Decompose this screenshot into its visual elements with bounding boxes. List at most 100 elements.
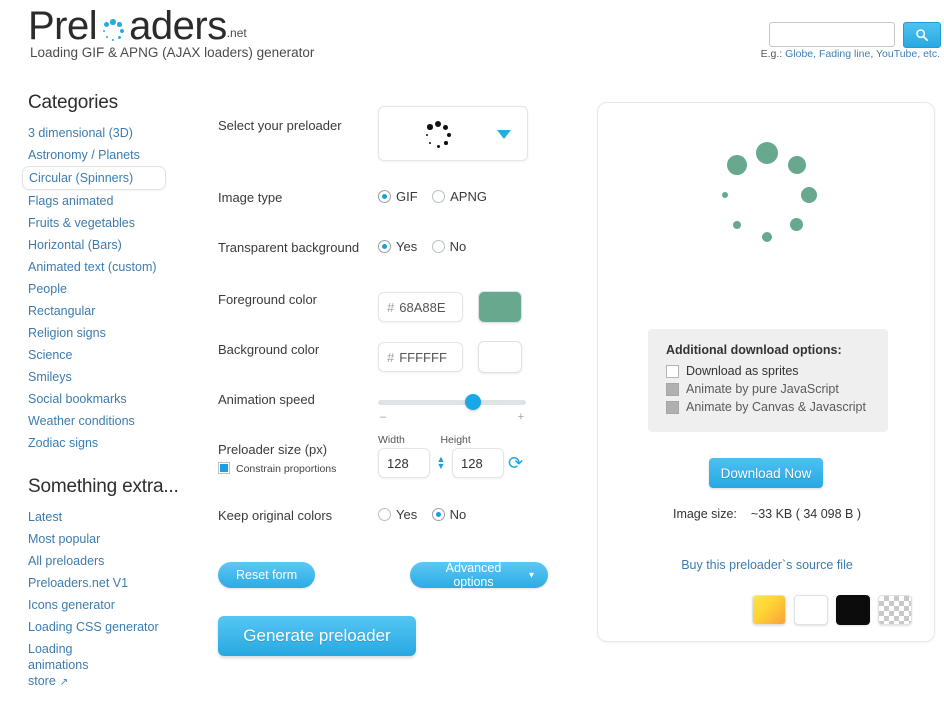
sidebar-category-label: Circular (Spinners) xyxy=(29,171,134,185)
search-button[interactable] xyxy=(903,22,941,48)
background-color-value: FFFFFF xyxy=(399,349,447,365)
sidebar-category-item[interactable]: Fruits & vegetables xyxy=(0,212,200,234)
buy-source-file-link[interactable]: Buy this preloader`s source file xyxy=(598,558,936,572)
chevron-down-icon: ▾ xyxy=(528,569,534,581)
image-type-radio-gif[interactable]: GIF xyxy=(378,189,418,204)
image-type-radio-apng[interactable]: APNG xyxy=(432,189,487,204)
foreground-color-field[interactable]: #68A88E xyxy=(378,292,463,322)
sidebar-category-label: Zodiac signs xyxy=(28,436,99,450)
sidebar-category-item[interactable]: Astronomy / Planets xyxy=(0,144,200,166)
transparent-bg-option-yes: Yes xyxy=(396,239,418,254)
sidebar-extra-label: Most popular xyxy=(28,532,101,546)
sidebar-category-item[interactable]: Animated text (custom) xyxy=(0,256,200,278)
download-now-button[interactable]: Download Now xyxy=(709,458,823,488)
slider-plus-label: + xyxy=(517,411,524,423)
sidebar-category-item[interactable]: Smileys xyxy=(0,366,200,388)
generate-preloader-button[interactable]: Generate preloader xyxy=(218,616,416,656)
search-hint-links[interactable]: Globe, Fading line, YouTube, etc. xyxy=(785,48,940,60)
download-option-row[interactable]: Download as sprites xyxy=(666,364,872,378)
slider-minus-label: – xyxy=(380,411,387,423)
sidebar-extra-item[interactable]: Icons generator xyxy=(0,594,200,616)
search-input[interactable] xyxy=(770,23,894,46)
size-inputs: 128 ▲ ▼ 128 ⟳ xyxy=(378,448,523,478)
search-hint: E.g.: Globe, Fading line, YouTube, etc. xyxy=(761,48,940,60)
advanced-options-button[interactable]: Advanced options ▾ xyxy=(410,561,548,589)
keep-colors-radio-no[interactable]: No xyxy=(431,507,466,522)
sidebar-extra-item[interactable]: Preloaders.net V1 xyxy=(0,572,200,594)
transparent-bg-radio-yes[interactable]: Yes xyxy=(378,239,417,254)
animation-speed-knob[interactable] xyxy=(464,394,481,410)
sidebar-category-item[interactable]: Horizontal (Bars) xyxy=(0,234,200,256)
spinner-dots-icon xyxy=(421,118,455,152)
sidebar: Categories 3 dimensional (3D) Astronomy /… xyxy=(0,92,200,694)
constrain-arrows-icon: ▲ ▼ xyxy=(436,454,446,471)
extra-title: Something extra... xyxy=(28,476,179,497)
row-preloader-size: Preloader size (px) Constrain proportion… xyxy=(218,434,548,498)
bg-swatch-white[interactable] xyxy=(794,595,828,625)
external-link-icon: ↗ xyxy=(59,677,69,688)
sidebar-category-item[interactable]: Zodiac signs xyxy=(0,432,200,454)
sidebar-category-item[interactable]: Flags animated xyxy=(0,190,200,212)
preloaders-generator-page: Prel aders.net Loading GIF & APNG (AJAX l… xyxy=(0,0,944,702)
size-headers: Width Height xyxy=(378,430,498,448)
preloader-select-dropdown[interactable] xyxy=(378,106,528,161)
row-form-actions: Reset form Advanced options ▾ xyxy=(218,561,548,598)
generator-form: Select your preloader Image type GIF APN… xyxy=(218,100,548,669)
bg-swatch-transparent[interactable] xyxy=(878,595,912,625)
sidebar-category-item[interactable]: Science xyxy=(0,344,200,366)
sidebar-category-item[interactable]: Religion signs xyxy=(0,322,200,344)
sidebar-category-item[interactable]: People xyxy=(0,278,200,300)
transparent-bg-option-no: No xyxy=(449,239,467,254)
sidebar-category-item[interactable]: Weather conditions xyxy=(0,410,200,432)
sidebar-category-label: Fruits & vegetables xyxy=(28,216,135,230)
sidebar-extra-item[interactable]: Loading CSS generator xyxy=(0,616,200,638)
refresh-icon[interactable]: ⟳ xyxy=(508,454,523,472)
sidebar-extra-label: All preloaders xyxy=(28,554,105,568)
sidebar-category-item[interactable]: Rectangular xyxy=(0,300,200,322)
transparent-bg-radio-no[interactable]: No xyxy=(431,239,467,254)
height-input[interactable]: 128 xyxy=(452,448,504,478)
background-hash: # xyxy=(387,349,395,365)
constrain-proportions-checkbox[interactable] xyxy=(218,462,230,474)
search-hint-prefix: E.g.: xyxy=(760,48,786,60)
chevron-down-icon xyxy=(497,130,511,139)
keep-colors-radio-group: Yes No xyxy=(378,507,476,526)
row-image-type: Image type GIF APNG xyxy=(218,189,548,226)
sidebar-extra-item[interactable]: Most popular xyxy=(0,528,200,550)
bg-swatch-gradient[interactable] xyxy=(752,595,786,625)
download-option-checkbox[interactable] xyxy=(666,364,679,378)
image-size-label: Image size: xyxy=(672,507,737,521)
extra-list: Latest Most popular All preloaders Preloade… xyxy=(0,506,200,694)
categories-title: Categories xyxy=(28,92,118,113)
bg-swatch-black[interactable] xyxy=(836,595,870,625)
search-icon xyxy=(916,29,929,42)
download-options-list: Download as sprites Animate by pure JavaS… xyxy=(666,364,872,414)
keep-colors-radio-yes[interactable]: Yes xyxy=(378,507,417,522)
download-options-title: Additional download options: xyxy=(666,343,842,357)
download-option-label: Animate by pure JavaScript xyxy=(686,382,839,396)
categories-list: 3 dimensional (3D) Astronomy / Planets Cir… xyxy=(0,122,200,454)
image-size-row: Image size: ~33 KB ( 34 098 B ) xyxy=(598,507,936,521)
sidebar-extra-item[interactable]: All preloaders xyxy=(0,550,200,572)
download-option-label: Animate by Canvas & Javascript xyxy=(686,400,866,414)
sidebar-category-label: Weather conditions xyxy=(28,414,135,428)
row-keep-original-colors: Keep original colors Yes No xyxy=(218,507,548,544)
sidebar-category-label: Horizontal (Bars) xyxy=(28,238,122,252)
foreground-hash: # xyxy=(387,299,395,315)
foreground-color-swatch[interactable] xyxy=(478,291,522,323)
sidebar-category-item[interactable]: Circular (Spinners) xyxy=(22,166,166,190)
width-input[interactable]: 128 xyxy=(378,448,430,478)
sidebar-category-item[interactable]: Social bookmarks xyxy=(0,388,200,410)
sidebar-extra-item[interactable]: Latest xyxy=(0,506,200,528)
background-color-field[interactable]: # FFFFFF xyxy=(378,342,463,372)
advanced-options-label: Advanced options xyxy=(445,561,502,589)
row-generate: Generate preloader xyxy=(218,616,548,660)
animation-speed-slider[interactable]: – + xyxy=(378,394,526,423)
background-color-swatch[interactable] xyxy=(478,341,522,373)
sidebar-extra-label: Icons generator xyxy=(28,598,115,612)
row-transparent-bg: Transparent background Yes No xyxy=(218,239,548,276)
sidebar-category-item[interactable]: 3 dimensional (3D) xyxy=(0,122,200,144)
sidebar-extra-item[interactable]: Loading animations store ↗ xyxy=(0,638,100,694)
reset-form-button[interactable]: Reset form xyxy=(218,562,316,588)
search-input-wrap[interactable] xyxy=(769,22,895,47)
